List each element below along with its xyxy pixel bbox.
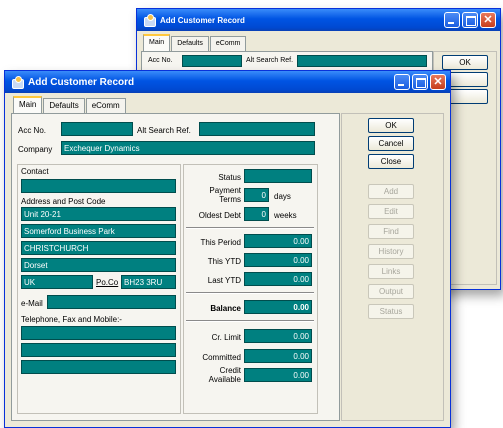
- oldest-debt-unit: weeks: [274, 211, 297, 220]
- alt-search-label: Alt Search Ref.: [137, 126, 191, 135]
- back-alt-search-label: Alt Search Ref.: [246, 57, 294, 64]
- address-line-1[interactable]: Unit 20-21: [21, 207, 176, 221]
- links-button[interactable]: Links: [368, 264, 414, 279]
- address-label: Address and Post Code: [21, 197, 106, 206]
- minimize-icon[interactable]: [394, 74, 410, 90]
- status-field[interactable]: [244, 169, 312, 183]
- find-button[interactable]: Find: [368, 224, 414, 239]
- back-tab-defaults[interactable]: Defaults: [171, 36, 209, 51]
- back-alt-search-field[interactable]: [297, 55, 427, 67]
- financial-divider-2: [186, 292, 314, 294]
- this-period-label: This Period: [200, 238, 241, 247]
- oldest-debt-field[interactable]: 0: [244, 207, 269, 221]
- window-title: Add Customer Record: [28, 76, 135, 88]
- customer-app-icon: [11, 75, 24, 89]
- contact-field[interactable]: [21, 179, 176, 193]
- email-field[interactable]: [47, 295, 176, 309]
- credit-available-label: Credit Available: [208, 366, 241, 384]
- back-ok-button[interactable]: OK: [442, 55, 488, 70]
- output-button[interactable]: Output: [368, 284, 414, 299]
- address-line-5[interactable]: UK: [21, 275, 93, 289]
- back-acc-no-field[interactable]: [182, 55, 242, 67]
- financial-group: Status Payment Terms 0 days Oldest Debt …: [183, 164, 318, 414]
- maximize-icon[interactable]: [462, 12, 478, 28]
- credit-available-field: 0.00: [244, 368, 312, 382]
- close-icon[interactable]: ✕: [480, 12, 496, 28]
- back-window-title: Add Customer Record: [160, 15, 245, 25]
- ok-button[interactable]: OK: [368, 118, 414, 133]
- acc-no-field[interactable]: [61, 122, 133, 136]
- phone-field-1[interactable]: [21, 326, 176, 340]
- this-ytd-field[interactable]: 0.00: [244, 253, 312, 267]
- back-title-bar: Add Customer Record ✕: [137, 9, 500, 31]
- this-period-field[interactable]: 0.00: [244, 234, 312, 248]
- action-button-panel: OK Cancel Close Add Edit Find History Li…: [341, 113, 444, 421]
- payment-terms-label: Payment Terms: [209, 186, 241, 204]
- committed-label: Committed: [202, 353, 241, 362]
- phone-label: Telephone, Fax and Mobile:-: [21, 315, 122, 324]
- phone-field-2[interactable]: [21, 343, 176, 357]
- cancel-button[interactable]: Cancel: [368, 136, 414, 151]
- address-line-2[interactable]: Somerford Business Park: [21, 224, 176, 238]
- close-button[interactable]: Close: [368, 154, 414, 169]
- customer-app-icon: [143, 13, 156, 27]
- company-label: Company: [18, 145, 53, 154]
- phone-field-3[interactable]: [21, 360, 176, 374]
- maximize-icon[interactable]: [412, 74, 428, 90]
- email-label: e-Mail: [21, 299, 43, 308]
- company-field[interactable]: Exchequer Dynamics: [61, 141, 315, 155]
- close-icon[interactable]: ✕: [430, 74, 446, 90]
- history-button[interactable]: History: [368, 244, 414, 259]
- tab-main[interactable]: Main: [13, 96, 43, 114]
- last-ytd-field[interactable]: 0.00: [244, 272, 312, 286]
- address-line-3[interactable]: CHRISTCHURCH: [21, 241, 176, 255]
- tab-defaults[interactable]: Defaults: [43, 98, 85, 113]
- edit-button[interactable]: Edit: [368, 204, 414, 219]
- tab-ecomm[interactable]: eComm: [85, 98, 126, 113]
- balance-field: 0.00: [244, 300, 312, 314]
- committed-field: 0.00: [244, 349, 312, 363]
- status-label: Status: [218, 173, 241, 182]
- contact-address-group: Contact Address and Post Code Unit 20-21…: [17, 164, 181, 414]
- balance-label: Balance: [210, 304, 241, 313]
- financial-divider-1: [186, 227, 314, 229]
- address-line-4[interactable]: Dorset: [21, 258, 176, 272]
- last-ytd-label: Last YTD: [207, 276, 241, 285]
- acc-no-label: Acc No.: [18, 126, 47, 135]
- payment-terms-field[interactable]: 0: [244, 188, 269, 202]
- postcode-label: Po.Co: [96, 278, 119, 287]
- this-ytd-label: This YTD: [207, 257, 241, 266]
- cr-limit-label: Cr. Limit: [211, 333, 241, 342]
- status-button[interactable]: Status: [368, 304, 414, 319]
- back-tab-main[interactable]: Main: [143, 34, 171, 52]
- add-customer-window: Add Customer Record ✕ Main Defaults eCom…: [4, 70, 451, 428]
- title-bar: Add Customer Record ✕: [5, 71, 450, 93]
- cr-limit-field[interactable]: 0.00: [244, 329, 312, 343]
- contact-label: Contact: [21, 167, 49, 176]
- main-tab-panel: Acc No. Alt Search Ref. Company Excheque…: [11, 113, 340, 421]
- postcode-field[interactable]: BH23 3RU: [121, 275, 176, 289]
- back-tab-ecomm[interactable]: eComm: [209, 36, 247, 51]
- alt-search-field[interactable]: [199, 122, 315, 136]
- payment-terms-unit: days: [274, 192, 291, 201]
- add-button[interactable]: Add: [368, 184, 414, 199]
- back-acc-no-label: Acc No.: [148, 57, 173, 64]
- financial-divider-3: [186, 320, 314, 322]
- oldest-debt-label: Oldest Debt: [198, 211, 241, 220]
- minimize-icon[interactable]: [444, 12, 460, 28]
